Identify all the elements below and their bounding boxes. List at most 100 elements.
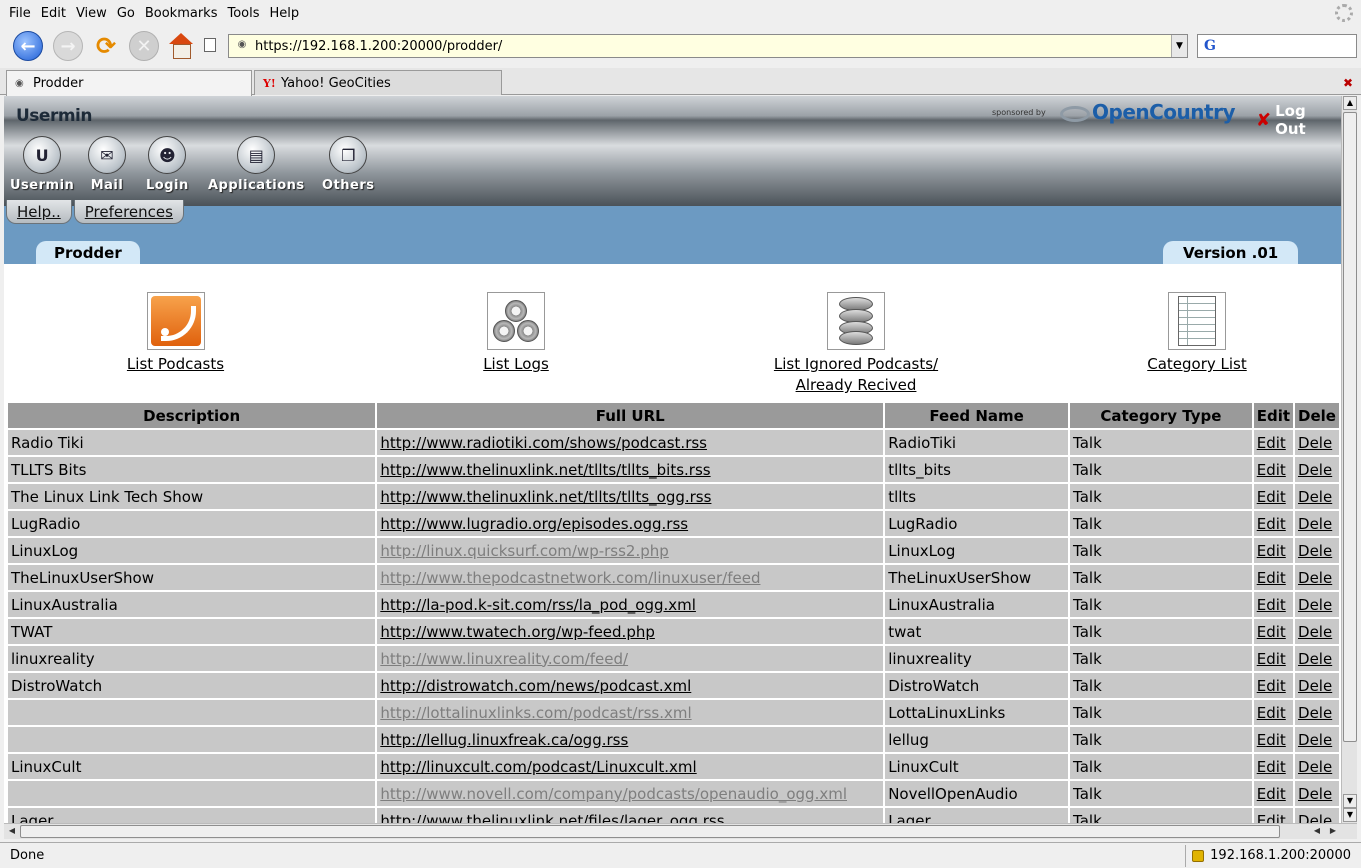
feed-url-link[interactable]: http://www.thelinuxlink.net/tllts/tllts_… bbox=[380, 461, 710, 479]
edit-link[interactable]: Edit bbox=[1257, 461, 1286, 479]
menu-bookmarks[interactable]: Bookmarks bbox=[140, 6, 223, 21]
edit-link[interactable]: Edit bbox=[1257, 704, 1286, 722]
edit-link[interactable]: Edit bbox=[1257, 731, 1286, 749]
vertical-scrollbar[interactable]: ▲ ▼ ▼ bbox=[1341, 96, 1357, 824]
feed-url-link[interactable]: http://www.radiotiki.com/shows/podcast.r… bbox=[380, 434, 707, 452]
logout-button[interactable]: ✘ Log Out bbox=[1256, 102, 1341, 138]
tab-prodder[interactable]: ◉ Prodder bbox=[6, 70, 252, 96]
delete-cell: Dele bbox=[1295, 727, 1339, 752]
scroll-right-icon[interactable]: ▶ bbox=[1326, 825, 1340, 838]
category-mail[interactable]: ✉ Mail bbox=[88, 136, 126, 193]
feed-url-link[interactable]: http://linux.quicksurf.com/wp-rss2.php bbox=[380, 542, 668, 560]
horizontal-scrollbar[interactable]: ◀ ◀ ▶ bbox=[4, 823, 1357, 839]
forward-button[interactable]: → bbox=[52, 30, 84, 62]
edit-link[interactable]: Edit bbox=[1257, 785, 1286, 803]
menu-help[interactable]: Help bbox=[265, 6, 305, 21]
opencountry-logo[interactable]: OpenCountry bbox=[1060, 100, 1237, 124]
feed-url-link[interactable]: http://distrowatch.com/news/podcast.xml bbox=[380, 677, 691, 695]
action-category-list[interactable]: Category List bbox=[1138, 292, 1256, 375]
action-label[interactable]: List Ignored Podcasts/ Already Recived bbox=[756, 354, 956, 396]
vertical-scroll-thumb[interactable] bbox=[1343, 112, 1357, 742]
edit-link[interactable]: Edit bbox=[1257, 758, 1286, 776]
delete-link[interactable]: Dele bbox=[1298, 515, 1332, 533]
category-login[interactable]: ☻ Login bbox=[146, 136, 189, 193]
url-history-dropdown[interactable]: ▼ bbox=[1171, 35, 1187, 57]
feed-url-link[interactable]: http://www.novell.com/company/podcasts/o… bbox=[380, 785, 847, 803]
delete-link[interactable]: Dele bbox=[1298, 677, 1332, 695]
action-list-ignored-podcasts[interactable]: List Ignored Podcasts/ Already Recived bbox=[756, 292, 956, 396]
delete-link[interactable]: Dele bbox=[1298, 731, 1332, 749]
edit-link[interactable]: Edit bbox=[1257, 569, 1286, 587]
delete-link[interactable]: Dele bbox=[1298, 650, 1332, 668]
feed-url-link[interactable]: http://www.linuxreality.com/feed/ bbox=[380, 650, 628, 668]
rss-icon-box[interactable] bbox=[146, 292, 205, 350]
description-cell bbox=[8, 727, 376, 752]
action-label[interactable]: List Logs bbox=[483, 354, 549, 375]
url-bar[interactable]: ◉ https://192.168.1.200:20000/prodder/ ▼ bbox=[228, 34, 1188, 58]
delete-link[interactable]: Dele bbox=[1298, 596, 1332, 614]
logs-icon-box[interactable] bbox=[487, 292, 545, 350]
scroll-down-icon[interactable]: ▼ bbox=[1343, 794, 1357, 808]
delete-link[interactable]: Dele bbox=[1298, 758, 1332, 776]
edit-link[interactable]: Edit bbox=[1257, 434, 1286, 452]
delete-link[interactable]: Dele bbox=[1298, 461, 1332, 479]
feed-url-link[interactable]: http://www.thelinuxlink.net/tllts/tllts_… bbox=[380, 488, 711, 506]
delete-link[interactable]: Dele bbox=[1298, 704, 1332, 722]
menu-file[interactable]: File bbox=[4, 6, 36, 21]
header-full-url: Full URL bbox=[377, 403, 884, 428]
delete-link[interactable]: Dele bbox=[1298, 785, 1332, 803]
security-host-indicator[interactable]: 192.168.1.200:20000 bbox=[1185, 844, 1361, 867]
scroll-left-icon[interactable]: ◀ bbox=[5, 825, 19, 838]
feed-url-link[interactable]: http://www.thepodcastnetwork.com/linuxus… bbox=[380, 569, 760, 587]
google-icon[interactable]: G bbox=[1204, 38, 1216, 54]
scroll-left-icon[interactable]: ◀ bbox=[1310, 825, 1324, 838]
feed-url-link[interactable]: http://www.twatech.org/wp-feed.php bbox=[380, 623, 655, 641]
edit-link[interactable]: Edit bbox=[1257, 596, 1286, 614]
close-tab-icon[interactable]: ✖ bbox=[1343, 76, 1353, 90]
preferences-link[interactable]: Preferences bbox=[73, 200, 184, 224]
tab-yahoo-geocities[interactable]: Y! Yahoo! GeoCities bbox=[254, 70, 502, 95]
edit-link[interactable]: Edit bbox=[1257, 488, 1286, 506]
menu-tools[interactable]: Tools bbox=[222, 6, 264, 21]
feed-url-link[interactable]: http://lellug.linuxfreak.ca/ogg.rss bbox=[380, 731, 628, 749]
description-cell: linuxreality bbox=[8, 646, 376, 671]
delete-link[interactable]: Dele bbox=[1298, 542, 1332, 560]
help-link[interactable]: Help.. bbox=[6, 200, 72, 224]
edit-link[interactable]: Edit bbox=[1257, 650, 1286, 668]
menu-view[interactable]: View bbox=[71, 6, 112, 21]
delete-link[interactable]: Dele bbox=[1298, 623, 1332, 641]
feed-url-link[interactable]: http://linuxcult.com/podcast/Linuxcult.x… bbox=[380, 758, 696, 776]
feed-url-link[interactable]: http://www.lugradio.org/episodes.ogg.rss bbox=[380, 515, 688, 533]
scroll-down-icon[interactable]: ▼ bbox=[1343, 808, 1357, 822]
feed-url-link[interactable]: http://la-pod.k-sit.com/rss/la_pod_ogg.x… bbox=[380, 596, 696, 614]
delete-link[interactable]: Dele bbox=[1298, 488, 1332, 506]
page-proxy-icon[interactable] bbox=[204, 38, 216, 52]
scroll-up-icon[interactable]: ▲ bbox=[1343, 96, 1357, 110]
menu-edit[interactable]: Edit bbox=[36, 6, 71, 21]
category-others[interactable]: ❐ Others bbox=[322, 136, 375, 193]
feed-url-link[interactable]: http://lottalinuxlinks.com/podcast/rss.x… bbox=[380, 704, 691, 722]
edit-link[interactable]: Edit bbox=[1257, 542, 1286, 560]
menu-go[interactable]: Go bbox=[112, 6, 140, 21]
action-label[interactable]: Category List bbox=[1147, 354, 1247, 375]
stop-button[interactable]: ✕ bbox=[128, 30, 160, 62]
action-list-podcasts[interactable]: List Podcasts bbox=[118, 292, 233, 375]
category-usermin[interactable]: U Usermin bbox=[10, 136, 74, 193]
edit-link[interactable]: Edit bbox=[1257, 677, 1286, 695]
database-icon-box[interactable] bbox=[827, 292, 885, 350]
reload-button[interactable]: ⟳ bbox=[90, 30, 122, 62]
category-applications[interactable]: ▤ Applications bbox=[208, 136, 305, 193]
action-list-logs[interactable]: List Logs bbox=[458, 292, 574, 375]
edit-link[interactable]: Edit bbox=[1257, 623, 1286, 641]
spreadsheet-icon-box[interactable] bbox=[1168, 292, 1226, 350]
home-button[interactable] bbox=[165, 30, 197, 62]
feed-name-cell: Lager bbox=[885, 808, 1069, 824]
url-text[interactable]: https://192.168.1.200:20000/prodder/ bbox=[255, 39, 1171, 54]
back-button[interactable]: ← bbox=[12, 30, 44, 62]
search-input[interactable]: G bbox=[1197, 34, 1357, 58]
delete-link[interactable]: Dele bbox=[1298, 434, 1332, 452]
action-label[interactable]: List Podcasts bbox=[127, 354, 224, 375]
edit-link[interactable]: Edit bbox=[1257, 515, 1286, 533]
delete-link[interactable]: Dele bbox=[1298, 569, 1332, 587]
horizontal-scroll-thumb[interactable] bbox=[20, 825, 1280, 838]
